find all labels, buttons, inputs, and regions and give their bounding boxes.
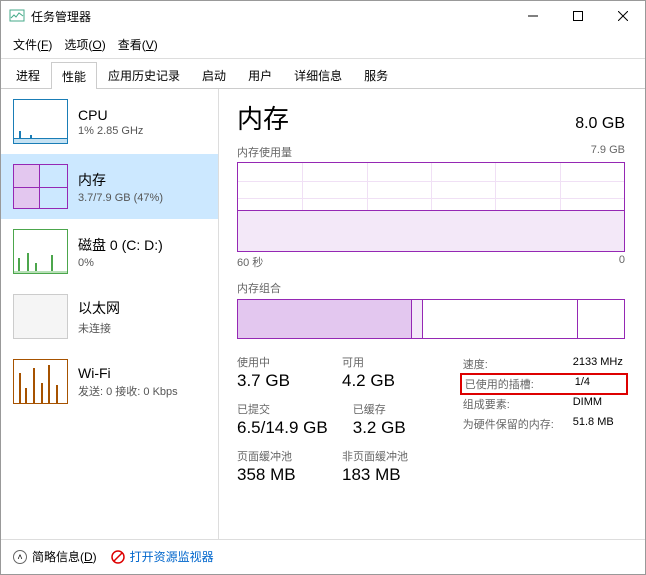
sidebar-cpu-name: CPU (78, 107, 143, 123)
wifi-thumb-icon (13, 359, 68, 404)
resource-monitor-link[interactable]: 打开资源监视器 (111, 548, 214, 565)
axis-left: 60 秒 (237, 254, 263, 270)
page-title: 内存 (237, 99, 289, 136)
minimize-button[interactable] (510, 1, 555, 31)
stat-committed-value: 6.5/14.9 GB (237, 418, 328, 438)
cpu-thumb-icon (13, 99, 68, 144)
stat-paged-value: 358 MB (237, 465, 317, 485)
sidebar: CPU 1% 2.85 GHz 内存 3.7/7.9 GB (47%) 磁盘 0 (… (1, 89, 219, 539)
info-slots: 已使用的插槽:1/4 (460, 373, 628, 395)
info-speed: 速度:2133 MHz (463, 354, 625, 374)
fewer-details-button[interactable]: ˄ 简略信息(D) (13, 548, 97, 565)
sidebar-item-ethernet[interactable]: 以太网未连接 (1, 284, 218, 349)
sidebar-wifi-name: Wi-Fi (78, 365, 178, 381)
sidebar-item-cpu[interactable]: CPU 1% 2.85 GHz (1, 89, 218, 154)
tab-services[interactable]: 服务 (353, 61, 399, 88)
menu-view[interactable]: 查看(V) (112, 33, 164, 56)
stat-cached-value: 3.2 GB (353, 418, 433, 438)
sidebar-wifi-sub: 发送: 0 接收: 0 Kbps (78, 383, 178, 399)
stat-cached-label: 已缓存 (353, 401, 433, 417)
stat-nonpaged-label: 非页面缓冲池 (342, 448, 422, 464)
stat-avail-label: 可用 (342, 354, 422, 370)
sidebar-memory-name: 内存 (78, 170, 163, 190)
tab-bar: 进程 性能 应用历史记录 启动 用户 详细信息 服务 (1, 61, 645, 89)
stat-committed-label: 已提交 (237, 401, 328, 417)
usage-label: 内存使用量 (237, 144, 292, 160)
close-button[interactable] (600, 1, 645, 31)
info-form: 组成要素:DIMM (463, 394, 625, 414)
sidebar-cpu-sub: 1% 2.85 GHz (78, 125, 143, 137)
composition-label: 内存组合 (237, 280, 625, 296)
disk-thumb-icon (13, 229, 68, 274)
sidebar-item-disk[interactable]: 磁盘 0 (C: D:) 0% (1, 219, 218, 284)
tab-performance[interactable]: 性能 (51, 62, 97, 89)
stat-avail-value: 4.2 GB (342, 371, 422, 391)
menu-file[interactable]: 文件(F) (7, 33, 58, 56)
memory-composition-chart[interactable] (237, 299, 625, 339)
memory-thumb-icon (13, 164, 68, 209)
ethernet-thumb-icon (13, 294, 68, 339)
stat-inuse-value: 3.7 GB (237, 371, 317, 391)
menubar: 文件(F) 选项(O) 查看(V) (1, 31, 645, 59)
info-reserved: 为硬件保留的内存:51.8 MB (463, 414, 625, 434)
sidebar-ethernet-sub: 未连接 (78, 320, 120, 336)
resmon-icon (111, 550, 125, 564)
footer: ˄ 简略信息(D) 打开资源监视器 (1, 539, 645, 573)
axis-right: 0 (619, 254, 625, 270)
sidebar-memory-sub: 3.7/7.9 GB (47%) (78, 192, 163, 204)
sidebar-ethernet-name: 以太网 (78, 298, 120, 318)
sidebar-item-memory[interactable]: 内存 3.7/7.9 GB (47%) (1, 154, 218, 219)
window-title: 任务管理器 (31, 8, 510, 25)
stat-paged-label: 页面缓冲池 (237, 448, 317, 464)
menu-options[interactable]: 选项(O) (58, 33, 111, 56)
tab-details[interactable]: 详细信息 (283, 61, 353, 88)
tab-startup[interactable]: 启动 (191, 61, 237, 88)
sidebar-disk-name: 磁盘 0 (C: D:) (78, 235, 163, 255)
maximize-button[interactable] (555, 1, 600, 31)
stat-inuse-label: 使用中 (237, 354, 317, 370)
usage-max: 7.9 GB (591, 144, 625, 160)
memory-usage-chart[interactable] (237, 162, 625, 252)
chevron-up-icon: ˄ (13, 550, 27, 564)
sidebar-item-wifi[interactable]: Wi-Fi 发送: 0 接收: 0 Kbps (1, 349, 218, 414)
tab-history[interactable]: 应用历史记录 (97, 61, 191, 88)
tab-users[interactable]: 用户 (237, 61, 283, 88)
sidebar-disk-sub: 0% (78, 257, 163, 269)
app-icon (9, 8, 25, 24)
memory-total: 8.0 GB (575, 115, 625, 133)
titlebar: 任务管理器 (1, 1, 645, 31)
stat-nonpaged-value: 183 MB (342, 465, 422, 485)
tab-processes[interactable]: 进程 (5, 61, 51, 88)
main-panel: 内存 8.0 GB 内存使用量 7.9 GB 60 秒 0 内存组合 使用中3.… (219, 89, 645, 539)
